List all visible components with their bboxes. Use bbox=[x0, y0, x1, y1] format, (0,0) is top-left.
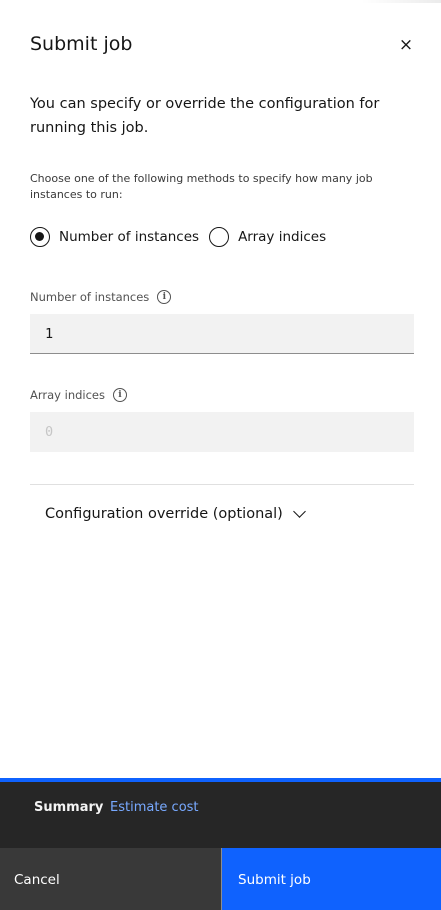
array-indices-input[interactable] bbox=[30, 412, 414, 452]
submit-job-button[interactable]: Submit job bbox=[222, 848, 441, 910]
radio-label-number-of-instances: Number of instances bbox=[59, 229, 200, 245]
array-indices-label: Array indices i bbox=[30, 388, 127, 402]
number-of-instances-label: Number of instances i bbox=[30, 290, 172, 304]
radio-unchecked-icon[interactable] bbox=[209, 227, 230, 247]
panel-title: Submit job bbox=[30, 33, 133, 55]
info-icon[interactable]: i bbox=[157, 290, 172, 304]
array-indices-label-text: Array indices bbox=[30, 388, 105, 402]
radio-checked-icon[interactable] bbox=[30, 227, 50, 247]
radio-label-array-indices: Array indices bbox=[238, 229, 327, 245]
configuration-override-label: Configuration override (optional) bbox=[45, 506, 283, 522]
radio-number-of-instances[interactable]: Number of instances bbox=[30, 227, 199, 247]
summary-title: Summary bbox=[34, 800, 104, 815]
top-edge-shadow bbox=[361, 0, 441, 3]
summary-bar: Summary Estimate cost bbox=[0, 782, 441, 848]
close-icon[interactable]: × bbox=[396, 36, 416, 56]
number-of-instances-label-text: Number of instances bbox=[30, 290, 150, 304]
info-icon[interactable]: i bbox=[113, 388, 127, 402]
estimate-cost-link[interactable]: Estimate cost bbox=[110, 800, 199, 815]
radio-array-indices[interactable]: Array indices bbox=[209, 227, 326, 247]
chevron-down-icon bbox=[292, 505, 306, 518]
section-divider bbox=[30, 484, 414, 485]
number-of-instances-input[interactable] bbox=[30, 314, 414, 354]
instance-method-radio-group: Number of instances Array indices bbox=[30, 226, 336, 248]
panel-description: You can specify or override the configur… bbox=[30, 96, 380, 136]
method-hint-text: Choose one of the following methods to s… bbox=[30, 172, 373, 201]
configuration-override-accordion[interactable]: Configuration override (optional) bbox=[45, 505, 306, 522]
cancel-button[interactable]: Cancel bbox=[0, 848, 221, 910]
